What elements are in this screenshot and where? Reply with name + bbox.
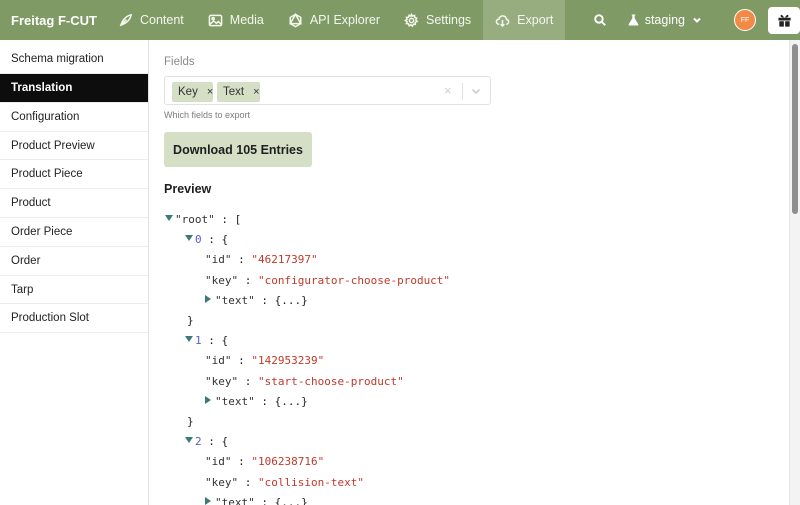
sidebar-item-production-slot[interactable]: Production Slot bbox=[0, 304, 148, 334]
remove-key-chip-button[interactable]: × bbox=[207, 86, 213, 98]
tree-close-brace: } bbox=[187, 415, 194, 428]
nav-api-explorer-label: API Explorer bbox=[309, 13, 380, 27]
tree-entry-row[interactable]: 2 : { bbox=[185, 434, 228, 450]
export-panel: Fields Key × Text × × Which fields to ex… bbox=[164, 40, 784, 505]
chevron-down-icon bbox=[693, 17, 701, 23]
sidebar-item-schema-migration[interactable]: Schema migration bbox=[0, 40, 148, 74]
tree-id-row: "id" : "142953239" bbox=[205, 354, 325, 367]
expand-triangle-icon[interactable] bbox=[205, 497, 211, 505]
collapse-triangle-icon[interactable] bbox=[185, 437, 193, 443]
gear-icon bbox=[404, 12, 419, 27]
text-key: "text" bbox=[215, 496, 255, 505]
text-key: "text" bbox=[215, 294, 255, 307]
tree-key-row: "key" : "configurator-choose-product" bbox=[205, 274, 451, 287]
image-icon bbox=[208, 14, 223, 26]
search-icon bbox=[593, 14, 606, 26]
tree-key-row: "key" : "start-choose-product" bbox=[205, 375, 404, 388]
key-key: "key" bbox=[205, 375, 239, 388]
id-value: "106238716" bbox=[251, 455, 325, 468]
user-avatar[interactable]: FF bbox=[734, 9, 756, 31]
collapsed-object[interactable]: {...} bbox=[275, 496, 308, 505]
tree-entry-row[interactable]: 0 : { bbox=[185, 232, 228, 248]
key-key: "key" bbox=[205, 476, 239, 489]
sidebar-item-product-piece[interactable]: Product Piece bbox=[0, 160, 148, 190]
flask-icon bbox=[628, 14, 639, 26]
expand-triangle-icon[interactable] bbox=[205, 396, 211, 404]
id-key: "id" bbox=[205, 455, 232, 468]
sidebar-item-order[interactable]: Order bbox=[0, 247, 148, 276]
nav-export[interactable]: Export bbox=[483, 0, 566, 40]
sidebar-item-tarp[interactable]: Tarp bbox=[0, 276, 148, 305]
top-bar: Freitag F-CUT Content Media API Explorer… bbox=[0, 0, 800, 40]
nav-media-label: Media bbox=[229, 13, 264, 27]
field-chip-text-label: Text bbox=[223, 86, 245, 98]
fields-hint: Which fields to export bbox=[164, 110, 251, 120]
tree-id-row: "id" : "46217397" bbox=[205, 253, 318, 266]
clear-icon[interactable]: × bbox=[444, 83, 452, 98]
field-chip-key-label: Key bbox=[178, 86, 198, 98]
tree-id-row: "id" : "106238716" bbox=[205, 455, 325, 468]
nav-settings[interactable]: Settings bbox=[392, 0, 483, 40]
tree-text-row[interactable]: "text" : {...} bbox=[205, 293, 308, 309]
feather-icon bbox=[119, 13, 133, 26]
tree-text-row[interactable]: "text" : {...} bbox=[205, 394, 308, 410]
gift-button[interactable] bbox=[768, 6, 800, 34]
fields-label: Fields bbox=[164, 56, 195, 68]
tree-entry-row[interactable]: 1 : { bbox=[185, 333, 228, 349]
tree-text-row[interactable]: "text" : {...} bbox=[205, 495, 308, 505]
root-key: "root" bbox=[175, 213, 215, 226]
nav-content-label: Content bbox=[140, 13, 184, 27]
entry-index: 0 bbox=[195, 233, 202, 246]
sidebar-item-order-piece[interactable]: Order Piece bbox=[0, 218, 148, 247]
entry-index: 2 bbox=[195, 435, 202, 448]
gift-icon bbox=[777, 14, 791, 27]
sidebar-item-product-preview[interactable]: Product Preview bbox=[0, 132, 148, 161]
nav-settings-label: Settings bbox=[426, 13, 472, 27]
id-value: "46217397" bbox=[251, 253, 318, 266]
fields-multiselect[interactable]: Key × Text × × bbox=[164, 76, 491, 105]
select-separator bbox=[462, 83, 463, 100]
remove-text-chip-button[interactable]: × bbox=[253, 86, 259, 98]
main-nav: Content Media API Explorer Settings Expo… bbox=[106, 0, 566, 40]
sidebar-item-product[interactable]: Product bbox=[0, 189, 148, 218]
cloud-download-icon bbox=[495, 14, 510, 27]
id-value: "142953239" bbox=[251, 354, 325, 367]
nav-media[interactable]: Media bbox=[196, 0, 276, 40]
nav-api-explorer[interactable]: API Explorer bbox=[276, 0, 392, 40]
collapse-triangle-icon[interactable] bbox=[165, 215, 173, 221]
header-tools: staging FF bbox=[582, 0, 800, 40]
field-chip-text: Text × bbox=[217, 82, 260, 102]
collapse-triangle-icon[interactable] bbox=[185, 336, 193, 342]
preview-heading: Preview bbox=[164, 182, 212, 196]
tree-key-row: "key" : "collision-text" bbox=[205, 476, 364, 489]
download-entries-button[interactable]: Download 105 Entries bbox=[164, 132, 312, 167]
collapsed-object[interactable]: {...} bbox=[275, 395, 308, 408]
entry-index: 1 bbox=[195, 334, 202, 347]
graphql-icon bbox=[288, 12, 302, 27]
brand-title[interactable]: Freitag F-CUT bbox=[0, 13, 106, 28]
text-key: "text" bbox=[215, 395, 255, 408]
nav-content[interactable]: Content bbox=[106, 0, 196, 40]
sidebar-item-translation[interactable]: Translation bbox=[0, 74, 148, 103]
field-chip-key: Key × bbox=[172, 82, 213, 102]
tree-close-brace: } bbox=[187, 314, 194, 327]
expand-triangle-icon[interactable] bbox=[205, 295, 211, 303]
nav-export-label: Export bbox=[517, 13, 554, 27]
page-scrollbar-thumb[interactable] bbox=[792, 44, 798, 214]
id-key: "id" bbox=[205, 354, 232, 367]
tree-root-row[interactable]: "root" : [ bbox=[165, 212, 241, 228]
chevron-down-icon[interactable] bbox=[470, 85, 482, 97]
id-key: "id" bbox=[205, 253, 232, 266]
sidebar-item-configuration[interactable]: Configuration bbox=[0, 103, 148, 132]
environment-label: staging bbox=[644, 13, 685, 27]
key-key: "key" bbox=[205, 274, 239, 287]
search-button[interactable] bbox=[582, 0, 618, 40]
key-value: "start-choose-product" bbox=[258, 375, 404, 388]
export-sidebar: Schema migration Translation Configurati… bbox=[0, 40, 149, 505]
environment-selector[interactable]: staging bbox=[618, 0, 718, 40]
key-value: "configurator-choose-product" bbox=[258, 274, 451, 287]
collapse-triangle-icon[interactable] bbox=[185, 235, 193, 241]
key-value: "collision-text" bbox=[258, 476, 364, 489]
collapsed-object[interactable]: {...} bbox=[275, 294, 308, 307]
